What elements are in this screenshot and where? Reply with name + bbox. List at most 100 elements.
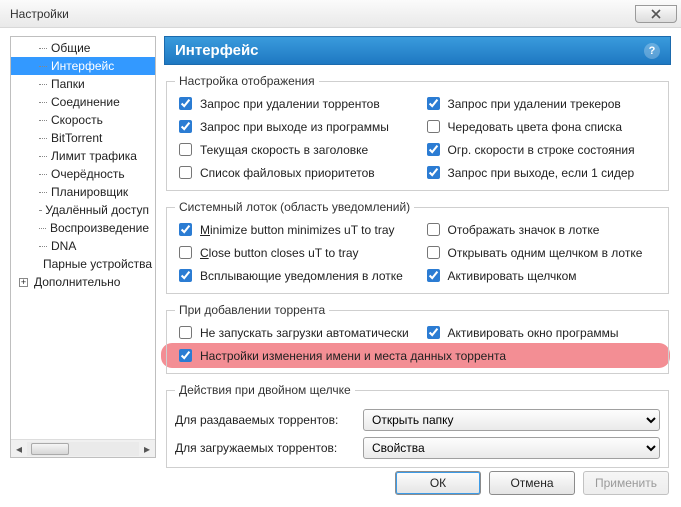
checkbox-row: Текущая скорость в заголовке xyxy=(175,140,413,159)
sidebar-item[interactable]: Лимит трафика xyxy=(11,147,155,165)
checkbox-label[interactable]: Активировать щелчком xyxy=(448,269,577,283)
sidebar-item[interactable]: BitTorrent xyxy=(11,129,155,147)
checkbox-row: Настройки изменения имени и места данных… xyxy=(175,346,660,365)
downloading-select[interactable]: Свойства xyxy=(363,437,660,459)
sidebar-item[interactable]: DNA xyxy=(11,237,155,255)
seeding-label: Для раздаваемых торрентов: xyxy=(175,413,355,427)
checkbox[interactable] xyxy=(179,269,192,282)
help-icon[interactable]: ? xyxy=(644,43,660,59)
checkbox-row: Всплывающие уведомления в лотке xyxy=(175,266,413,285)
checkbox-row: Запрос при выходе, если 1 сидер xyxy=(423,163,661,182)
checkbox-label[interactable]: Текущая скорость в заголовке xyxy=(200,143,368,157)
sidebar-item[interactable]: Скорость xyxy=(11,111,155,129)
checkbox-label[interactable]: Настройки изменения имени и места данных… xyxy=(200,349,506,363)
checkbox[interactable] xyxy=(179,97,192,110)
sidebar-item[interactable]: Папки xyxy=(11,75,155,93)
sidebar-item-label: Интерфейс xyxy=(51,59,114,73)
checkbox-row: Огр. скорости в строке состояния xyxy=(423,140,661,159)
sidebar-item-label: Очерёдность xyxy=(51,167,125,181)
checkbox[interactable] xyxy=(427,143,440,156)
checkbox[interactable] xyxy=(179,326,192,339)
checkbox-row: Close button closes uT to tray xyxy=(175,243,413,262)
checkbox-label[interactable]: Огр. скорости в строке состояния xyxy=(448,143,635,157)
sidebar-item-advanced[interactable]: + Дополнительно xyxy=(11,273,155,291)
sidebar-item[interactable]: Планировщик xyxy=(11,183,155,201)
checkbox-row: Minimize button minimizes uT to tray xyxy=(175,220,413,239)
checkbox-label[interactable]: Всплывающие уведомления в лотке xyxy=(200,269,403,283)
panel-title: Интерфейс xyxy=(175,42,259,59)
checkbox-row: Запрос при удалении трекеров xyxy=(423,94,661,113)
sidebar-item[interactable]: Очерёдность xyxy=(11,165,155,183)
sidebar-item-label: Папки xyxy=(51,77,85,91)
checkbox-label[interactable]: Minimize button minimizes uT to tray xyxy=(200,223,395,237)
sidebar-item[interactable]: Парные устройства xyxy=(11,255,155,273)
sidebar: Общие Интерфейс Папки Соединение Скорость Bit… xyxy=(10,36,156,458)
sidebar-item[interactable]: Воспроизведение xyxy=(11,219,155,237)
checkbox-row: Запрос при удалении торрентов xyxy=(175,94,413,113)
checkbox-label[interactable]: Запрос при удалении торрентов xyxy=(200,97,380,111)
scroll-right-arrow-icon[interactable]: ▸ xyxy=(139,441,155,457)
checkbox[interactable] xyxy=(179,143,192,156)
checkbox[interactable] xyxy=(179,246,192,259)
sidebar-item-label: Общие xyxy=(51,41,90,55)
group-tray: Системный лоток (область уведомлений) Mi… xyxy=(166,200,669,294)
checkbox-row: Отображать значок в лотке xyxy=(423,220,661,239)
group-tray-legend: Системный лоток (область уведомлений) xyxy=(175,200,414,214)
seeding-select[interactable]: Открыть папку xyxy=(363,409,660,431)
horizontal-scrollbar[interactable]: ◂ ▸ xyxy=(11,439,155,457)
checkbox-label[interactable]: Запрос при выходе, если 1 сидер xyxy=(448,166,635,180)
group-dblclick-legend: Действия при двойном щелчке xyxy=(175,383,355,397)
apply-button[interactable]: Применить xyxy=(583,471,669,495)
checkbox-row: Чередовать цвета фона списка xyxy=(423,117,661,136)
downloading-label: Для загружаемых торрентов: xyxy=(175,441,355,455)
checkbox[interactable] xyxy=(427,97,440,110)
ok-button[interactable]: ОК xyxy=(395,471,481,495)
main-panel: Интерфейс ? Настройка отображения Запрос… xyxy=(164,36,671,458)
expand-icon[interactable]: + xyxy=(19,278,28,287)
group-adding-legend: При добавлении торрента xyxy=(175,303,329,317)
checkbox[interactable] xyxy=(427,120,440,133)
dialog-footer: ОК Отмена Применить xyxy=(0,463,681,507)
checkbox-label[interactable]: Открывать одним щелчком в лотке xyxy=(448,246,643,260)
checkbox[interactable] xyxy=(427,246,440,259)
checkbox-label[interactable]: Список файловых приоритетов xyxy=(200,166,375,180)
close-button[interactable] xyxy=(635,5,677,23)
checkbox-label[interactable]: Close button closes uT to tray xyxy=(200,246,359,260)
checkbox-row: Не запускать загрузки автоматически xyxy=(175,323,413,342)
sidebar-item-label: Лимит трафика xyxy=(51,149,137,163)
checkbox[interactable] xyxy=(427,166,440,179)
scroll-track[interactable] xyxy=(27,442,139,456)
titlebar: Настройки xyxy=(0,0,681,28)
sidebar-item-label: Планировщик xyxy=(51,185,128,199)
sidebar-item-label: BitTorrent xyxy=(51,131,102,145)
checkbox-label[interactable]: Чередовать цвета фона списка xyxy=(448,120,623,134)
scroll-left-arrow-icon[interactable]: ◂ xyxy=(11,441,27,457)
checkbox-row: Активировать окно программы xyxy=(423,323,661,342)
close-icon xyxy=(651,9,661,19)
checkbox[interactable] xyxy=(427,223,440,236)
checkbox[interactable] xyxy=(179,349,192,362)
checkbox[interactable] xyxy=(179,120,192,133)
cancel-button[interactable]: Отмена xyxy=(489,471,575,495)
checkbox-label[interactable]: Отображать значок в лотке xyxy=(448,223,600,237)
checkbox[interactable] xyxy=(179,223,192,236)
checkbox-row: Запрос при выходе из программы xyxy=(175,117,413,136)
checkbox[interactable] xyxy=(179,166,192,179)
sidebar-item[interactable]: Интерфейс xyxy=(11,57,155,75)
checkbox-label[interactable]: Активировать окно программы xyxy=(448,326,619,340)
checkbox-row: Список файловых приоритетов xyxy=(175,163,413,182)
panel-header: Интерфейс ? xyxy=(164,36,671,65)
sidebar-item-label: Дополнительно xyxy=(34,275,120,289)
checkbox[interactable] xyxy=(427,326,440,339)
sidebar-item[interactable]: Удалённый доступ xyxy=(11,201,155,219)
checkbox-label[interactable]: Не запускать загрузки автоматически xyxy=(200,326,409,340)
checkbox-label[interactable]: Запрос при удалении трекеров xyxy=(448,97,621,111)
category-tree[interactable]: Общие Интерфейс Папки Соединение Скорость Bit… xyxy=(11,37,155,439)
sidebar-item[interactable]: Соединение xyxy=(11,93,155,111)
scroll-thumb[interactable] xyxy=(31,443,69,455)
sidebar-item-label: Соединение xyxy=(51,95,120,109)
checkbox-label[interactable]: Запрос при выходе из программы xyxy=(200,120,389,134)
sidebar-item-label: Воспроизведение xyxy=(50,221,149,235)
checkbox[interactable] xyxy=(427,269,440,282)
sidebar-item[interactable]: Общие xyxy=(11,39,155,57)
